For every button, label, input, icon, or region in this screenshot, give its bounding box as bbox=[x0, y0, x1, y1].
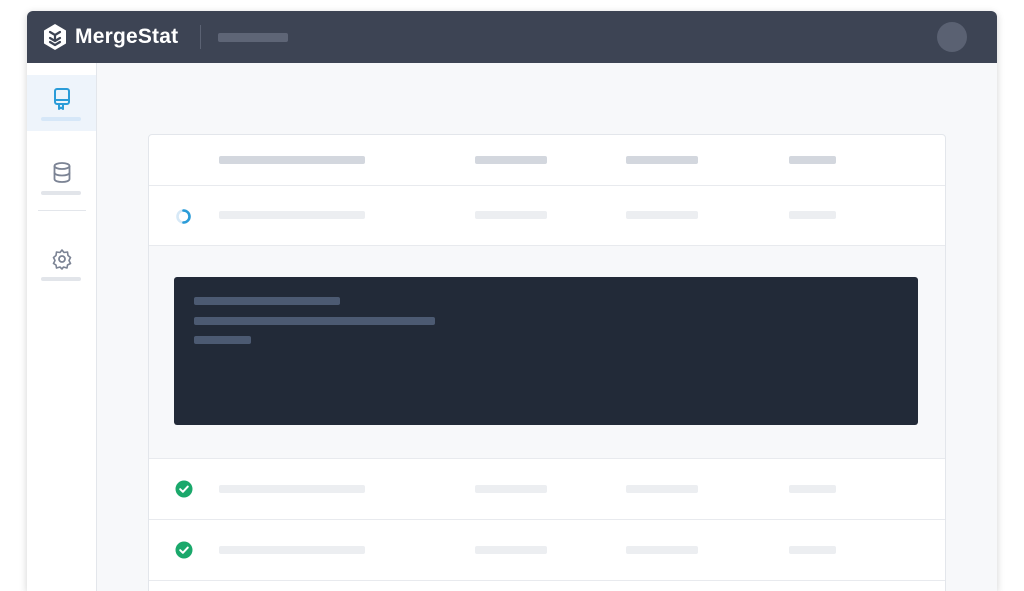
sync-jobs-table bbox=[148, 134, 946, 591]
table-row[interactable] bbox=[149, 520, 945, 581]
loading-spinner-icon bbox=[176, 209, 191, 224]
sidebar-label-placeholder bbox=[41, 117, 81, 121]
log-line-placeholder bbox=[194, 297, 340, 305]
column-header-placeholder bbox=[475, 156, 547, 164]
cell-placeholder bbox=[789, 485, 836, 493]
sidebar-item-repos[interactable] bbox=[27, 75, 96, 131]
column-header-placeholder bbox=[626, 156, 698, 164]
log-line-placeholder bbox=[194, 336, 251, 344]
sidebar-label-placeholder bbox=[41, 191, 81, 195]
table-header bbox=[149, 135, 945, 186]
cell-placeholder bbox=[475, 211, 547, 219]
cell-placeholder bbox=[475, 485, 547, 493]
cell-placeholder bbox=[789, 211, 836, 219]
table-row[interactable] bbox=[149, 186, 945, 246]
cell-placeholder bbox=[789, 546, 836, 554]
column-header-placeholder bbox=[219, 156, 365, 164]
column-header-placeholder bbox=[789, 156, 836, 164]
app-window: MergeStat bbox=[27, 11, 997, 591]
user-avatar[interactable] bbox=[937, 22, 967, 52]
table-row[interactable] bbox=[149, 459, 945, 520]
mergestat-logo-icon[interactable] bbox=[42, 23, 68, 51]
sidebar-label-placeholder bbox=[41, 277, 81, 281]
gear-icon bbox=[52, 249, 72, 270]
breadcrumb-placeholder bbox=[218, 33, 288, 42]
cell-placeholder bbox=[475, 546, 547, 554]
cell-placeholder bbox=[626, 211, 698, 219]
log-console[interactable] bbox=[174, 277, 918, 425]
cell-placeholder bbox=[219, 546, 365, 554]
check-circle-icon bbox=[175, 541, 193, 559]
log-panel bbox=[149, 246, 945, 459]
cell-placeholder bbox=[219, 485, 365, 493]
repository-icon bbox=[54, 88, 70, 110]
sidebar bbox=[27, 63, 97, 591]
check-circle-icon bbox=[175, 480, 193, 498]
cell-placeholder bbox=[626, 546, 698, 554]
sidebar-divider bbox=[38, 210, 86, 211]
sidebar-item-databases[interactable] bbox=[27, 149, 96, 205]
cell-placeholder bbox=[219, 211, 365, 219]
database-icon bbox=[53, 162, 71, 183]
topbar-divider bbox=[200, 25, 201, 49]
brand-name[interactable]: MergeStat bbox=[75, 24, 178, 50]
top-bar: MergeStat bbox=[27, 11, 997, 63]
log-line-placeholder bbox=[194, 317, 435, 325]
sidebar-item-settings[interactable] bbox=[27, 235, 96, 291]
cell-placeholder bbox=[626, 485, 698, 493]
